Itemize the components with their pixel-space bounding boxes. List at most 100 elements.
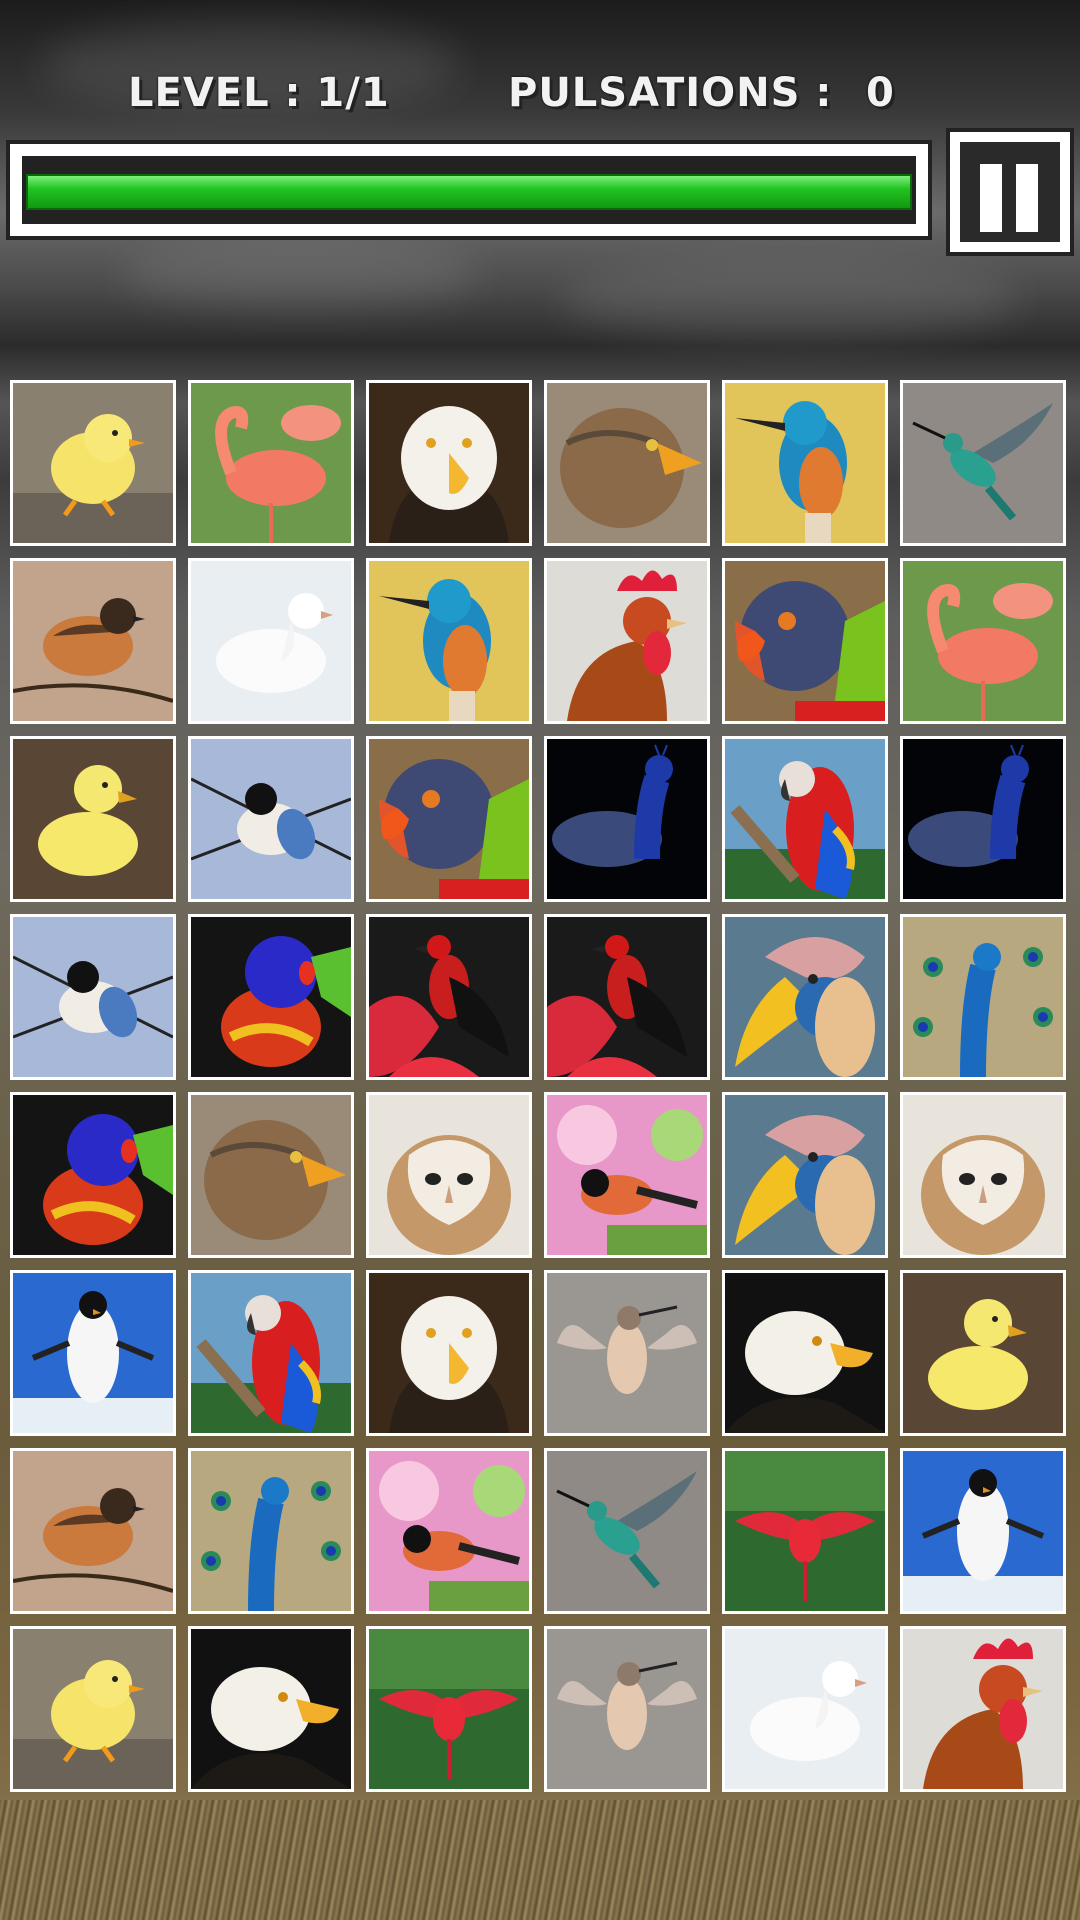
tile-penguin[interactable] xyxy=(10,1270,176,1436)
duckling-image xyxy=(13,739,173,899)
kite-image xyxy=(191,1095,351,1255)
tile-lorikeet-head[interactable] xyxy=(366,736,532,902)
tile-scarlet-ibis[interactable] xyxy=(366,1626,532,1792)
tile-peacock-tail[interactable] xyxy=(188,1448,354,1614)
tile-macaw[interactable] xyxy=(188,1270,354,1436)
tile-barn-owl[interactable] xyxy=(366,1092,532,1258)
hummingbird-image xyxy=(903,383,1063,543)
hornbill-image xyxy=(725,1095,885,1255)
pause-icon xyxy=(960,142,1060,242)
tile-flamingo[interactable] xyxy=(900,558,1066,724)
tile-chick[interactable] xyxy=(10,1626,176,1792)
tile-chick[interactable] xyxy=(10,380,176,546)
hornbill-image xyxy=(725,917,885,1077)
flamingo-image xyxy=(191,383,351,543)
kingfisher-image xyxy=(725,383,885,543)
tile-duckling[interactable] xyxy=(900,1270,1066,1436)
peacock-tail-image xyxy=(191,1451,351,1611)
tile-hummingbird[interactable] xyxy=(900,380,1066,546)
penguin-image xyxy=(903,1451,1063,1611)
bald-eagle-image xyxy=(369,1273,529,1433)
bald-eagle-side-image xyxy=(191,1629,351,1789)
cloud xyxy=(560,260,1020,340)
tile-kingfisher[interactable] xyxy=(366,558,532,724)
tile-kingfisher[interactable] xyxy=(722,380,888,546)
lorikeet-head-image xyxy=(369,739,529,899)
lorikeet-image xyxy=(13,1095,173,1255)
chick-image xyxy=(13,383,173,543)
cloud xyxy=(120,240,480,310)
peacock-dark-image xyxy=(547,739,707,899)
tile-penguin[interactable] xyxy=(900,1448,1066,1614)
tile-hornbill[interactable] xyxy=(722,914,888,1080)
tile-kite[interactable] xyxy=(544,380,710,546)
sparrow-image xyxy=(13,1451,173,1611)
macaw-image xyxy=(191,1273,351,1433)
tile-red-bird[interactable] xyxy=(544,914,710,1080)
tit-image xyxy=(13,917,173,1077)
macaw-image xyxy=(725,739,885,899)
tile-peacock-tail[interactable] xyxy=(900,914,1066,1080)
bullfinch-image xyxy=(547,1095,707,1255)
tile-peacock-dark[interactable] xyxy=(544,736,710,902)
penguin-image xyxy=(13,1273,173,1433)
tile-tit[interactable] xyxy=(10,914,176,1080)
rooster-image xyxy=(547,561,707,721)
tile-sparrow[interactable] xyxy=(10,1448,176,1614)
tile-rooster[interactable] xyxy=(544,558,710,724)
chick-image xyxy=(13,1629,173,1789)
dove-image xyxy=(725,1629,885,1789)
scarlet-ibis-image xyxy=(369,1629,529,1789)
tile-bullfinch[interactable] xyxy=(366,1448,532,1614)
tile-red-bird[interactable] xyxy=(366,914,532,1080)
dove-image xyxy=(191,561,351,721)
tile-rooster[interactable] xyxy=(900,1626,1066,1792)
pause-icon-bar xyxy=(980,164,1002,232)
barn-owl-image xyxy=(369,1095,529,1255)
kingfisher-image xyxy=(369,561,529,721)
pulsations-value: 0 xyxy=(866,70,895,116)
time-progress-bar xyxy=(6,140,932,240)
red-bird-image xyxy=(369,917,529,1077)
pause-button[interactable] xyxy=(946,128,1074,256)
red-bird-image xyxy=(547,917,707,1077)
tile-macaw[interactable] xyxy=(722,736,888,902)
tile-sparrow[interactable] xyxy=(10,558,176,724)
pulsations-label: PULSATIONS : xyxy=(508,70,833,116)
sparrow-image xyxy=(13,561,173,721)
tile-scarlet-ibis[interactable] xyxy=(722,1448,888,1614)
tile-bald-eagle[interactable] xyxy=(366,1270,532,1436)
bullfinch-image xyxy=(369,1451,529,1611)
tile-lorikeet[interactable] xyxy=(10,1092,176,1258)
tile-bald-eagle-side[interactable] xyxy=(722,1270,888,1436)
tile-dove[interactable] xyxy=(188,558,354,724)
tile-dove[interactable] xyxy=(722,1626,888,1792)
tile-lorikeet[interactable] xyxy=(188,914,354,1080)
tile-peacock-dark[interactable] xyxy=(900,736,1066,902)
ground-grass xyxy=(0,1800,1080,1920)
tit-image xyxy=(191,739,351,899)
tile-bald-eagle[interactable] xyxy=(366,380,532,546)
kite-image xyxy=(547,383,707,543)
flamingo-image xyxy=(903,561,1063,721)
peacock-tail-image xyxy=(903,917,1063,1077)
tile-duckling[interactable] xyxy=(10,736,176,902)
tile-bald-eagle-side[interactable] xyxy=(188,1626,354,1792)
tile-hummingbird-hover[interactable] xyxy=(544,1626,710,1792)
tile-hummingbird[interactable] xyxy=(544,1448,710,1614)
scarlet-ibis-image xyxy=(725,1451,885,1611)
pause-icon-bar xyxy=(1016,164,1038,232)
tile-tit[interactable] xyxy=(188,736,354,902)
tile-hummingbird-hover[interactable] xyxy=(544,1270,710,1436)
tile-hornbill[interactable] xyxy=(722,1092,888,1258)
tile-flamingo[interactable] xyxy=(188,380,354,546)
lorikeet-image xyxy=(191,917,351,1077)
peacock-dark-image xyxy=(903,739,1063,899)
progress-fill xyxy=(26,174,912,210)
lorikeet-head-image xyxy=(725,561,885,721)
tile-bullfinch[interactable] xyxy=(544,1092,710,1258)
tile-lorikeet-head[interactable] xyxy=(722,558,888,724)
hummingbird-hover-image xyxy=(547,1629,707,1789)
tile-barn-owl[interactable] xyxy=(900,1092,1066,1258)
tile-kite[interactable] xyxy=(188,1092,354,1258)
